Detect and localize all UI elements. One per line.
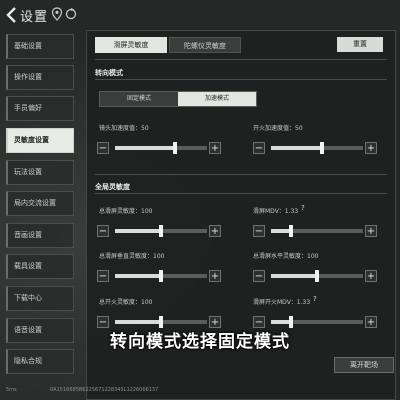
swipe-mdv-plus-button[interactable]: + (365, 225, 377, 237)
fire-accel-fill (271, 146, 322, 150)
swipe-mdv-minus-button[interactable]: − (253, 225, 265, 237)
total-horizontal-minus-button[interactable]: − (253, 270, 265, 282)
menu-item-vehicle[interactable]: 载具设置 (6, 254, 74, 279)
tab-gyro-sensitivity[interactable]: 陀螺仪灵敏度 (169, 37, 241, 53)
section-title-turn-mode: 转向模式 (95, 69, 123, 77)
total-swipe-slider[interactable] (115, 225, 207, 237)
total-horizontal-plus-button[interactable]: + (365, 270, 377, 282)
session-id: 0A1516685B6225671228345L1226066137 (50, 387, 159, 393)
menu-item-download[interactable]: 下载中心 (6, 286, 74, 311)
swipe-mdv-slider[interactable] (271, 225, 363, 237)
camera-accel-fill (115, 146, 175, 150)
location-pin-icon[interactable] (50, 7, 64, 21)
status-bar: 5ms 0A1516685B6225671228345L1226066137 (0, 382, 400, 400)
divider (95, 79, 387, 80)
menu-item-communication[interactable]: 局内交流设置 (6, 191, 74, 216)
total-swipe-fill (115, 229, 161, 233)
total-swipe-minus-button[interactable]: − (97, 225, 109, 237)
divider (95, 174, 387, 175)
swipe-fire-mdv-slider[interactable] (271, 316, 363, 328)
menu-item-controls[interactable]: 操作设置 (6, 65, 74, 90)
reset-button[interactable]: 重置 (337, 37, 383, 52)
menu-item-audio-video[interactable]: 音画设置 (6, 223, 74, 248)
total-vertical-slider[interactable] (115, 270, 207, 282)
total-swipe-plus-button[interactable]: + (209, 225, 221, 237)
menu-item-sensitivity[interactable]: 灵敏度设置 (6, 128, 74, 153)
menu-item-basic[interactable]: 基础设置 (6, 34, 74, 59)
total-swipe-label: 总滑屏灵敏度：100 (99, 208, 153, 215)
refresh-icon[interactable] (64, 7, 78, 21)
menu-item-preference[interactable]: 手员偏好 (6, 96, 74, 121)
video-subtitle: 转向模式选择固定模式 (110, 332, 290, 352)
turn-mode-accelerate[interactable]: 加速模式 (178, 92, 256, 106)
swipe-mdv-label: 滑屏MDV：1.33 (253, 208, 299, 215)
total-horizontal-slider[interactable] (271, 270, 363, 282)
total-swipe-knob[interactable] (159, 225, 164, 237)
tab-swipe-sensitivity[interactable]: 滑屏灵敏度 (95, 37, 167, 53)
camera-accel-knob[interactable] (172, 142, 177, 154)
divider (95, 59, 387, 60)
total-vertical-minus-button[interactable]: − (97, 270, 109, 282)
camera-accel-label: 镜头加速度值：50 (99, 125, 149, 132)
fire-accel-plus-button[interactable]: + (365, 142, 377, 154)
swipe-mdv-fill (271, 229, 292, 233)
section-title-global: 全局灵敏度 (95, 183, 130, 191)
menu-item-gameplay[interactable]: 玩法设置 (6, 160, 74, 185)
total-vertical-plus-button[interactable]: + (209, 270, 221, 282)
turn-mode-fixed[interactable]: 固定模式 (100, 92, 178, 106)
total-fire-label: 总开火灵敏度：100 (99, 299, 153, 306)
fire-accel-minus-button[interactable]: − (253, 142, 265, 154)
total-fire-fill (115, 320, 161, 324)
total-horizontal-fill (271, 274, 317, 278)
turn-mode-toggle: 固定模式 加速模式 (99, 91, 257, 107)
help-icon[interactable]: ? (313, 295, 317, 303)
camera-accel-plus-button[interactable]: + (209, 142, 221, 154)
swipe-fire-mdv-label: 滑屏开火MDV：1.33 (253, 299, 311, 306)
total-fire-slider[interactable] (115, 316, 207, 328)
total-horizontal-label: 总滑屏水平灵敏度：100 (253, 253, 319, 260)
camera-accel-minus-button[interactable]: − (97, 142, 109, 154)
menu-item-privacy[interactable]: 隐私合规 (6, 349, 74, 374)
leave-range-button[interactable]: 离开靶场 (334, 357, 394, 373)
total-vertical-label: 总滑屏垂直灵敏度：100 (99, 253, 165, 260)
swipe-fire-mdv-fill (271, 320, 292, 324)
divider (95, 193, 387, 194)
back-arrow-icon[interactable] (4, 6, 20, 24)
help-icon[interactable]: ? (301, 204, 305, 212)
fire-accel-knob[interactable] (319, 142, 324, 154)
camera-accel-slider[interactable] (115, 142, 207, 154)
fire-accel-label: 开火加速度值：50 (253, 125, 303, 132)
page-title: 设置 (20, 10, 49, 25)
network-latency: 5ms (6, 387, 17, 393)
total-vertical-knob[interactable] (159, 270, 164, 282)
swipe-mdv-knob[interactable] (289, 225, 294, 237)
top-bar: 设置 (0, 0, 400, 30)
total-horizontal-knob[interactable] (315, 270, 320, 282)
total-vertical-fill (115, 274, 161, 278)
fire-accel-slider[interactable] (271, 142, 363, 154)
